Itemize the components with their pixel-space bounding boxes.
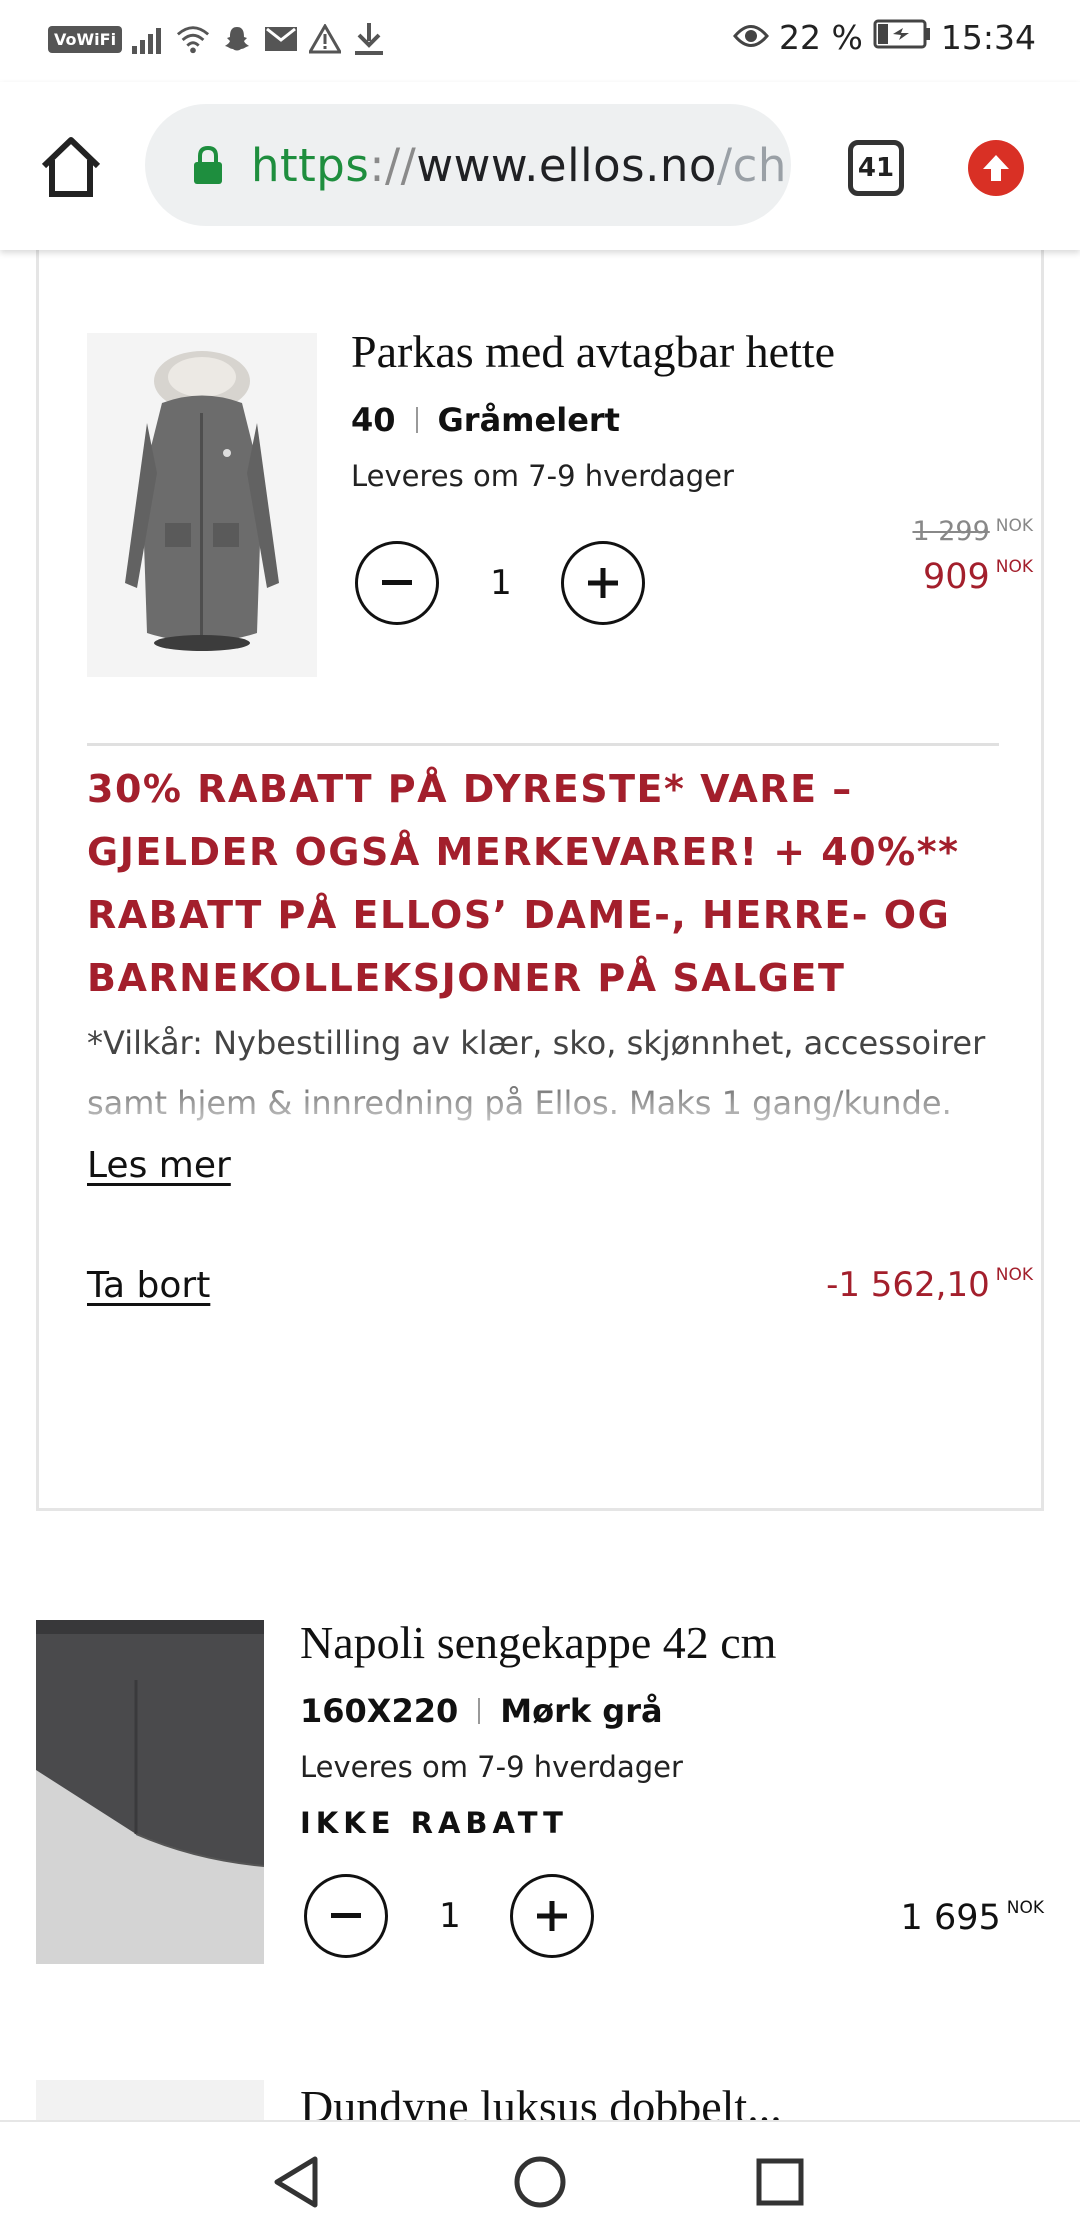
minus-icon <box>382 580 412 585</box>
url-host: www.ellos.no <box>416 138 717 192</box>
download-icon <box>352 22 386 56</box>
decrease-quantity-button[interactable] <box>304 1874 388 1958</box>
decrease-quantity-button[interactable] <box>355 541 439 625</box>
home-circle-icon <box>514 2156 566 2208</box>
minus-icon <box>331 1913 361 1918</box>
sale-price: 909 NOK <box>922 557 1033 597</box>
product-image-duvet[interactable] <box>36 2080 264 2120</box>
product-variant: 160X220 Mørk grå <box>300 1692 663 1730</box>
product-image-parka[interactable] <box>87 333 317 677</box>
status-left: VoWiFi <box>48 22 386 56</box>
plus-icon <box>588 568 618 598</box>
original-price: 1 299 NOK <box>912 516 1033 547</box>
delivery-time: Leveres om 7-9 hverdager <box>300 1750 683 1784</box>
url-path: /ch <box>716 138 787 192</box>
home-nav-button[interactable] <box>510 2152 570 2212</box>
back-triangle-icon <box>274 2156 318 2208</box>
quantity-value: 1 <box>490 563 512 603</box>
mail-icon <box>264 22 298 56</box>
status-bar: VoWiFi 22 % 15:34 <box>0 0 1080 82</box>
increase-quantity-button[interactable] <box>561 541 645 625</box>
arrow-up-icon <box>983 155 1009 181</box>
system-navigation-bar <box>0 2120 1080 2240</box>
product-price: 1 695 NOK <box>900 1898 1044 1938</box>
product-size: 40 <box>351 401 396 439</box>
product-color: Gråmelert <box>437 401 620 439</box>
url-separator: :// <box>369 138 417 192</box>
read-more-link[interactable]: Les mer <box>87 1145 231 1186</box>
eye-icon <box>733 18 770 57</box>
clock: 15:34 <box>940 18 1036 57</box>
tab-count: 41 <box>857 153 895 183</box>
url-scheme: https <box>251 138 370 192</box>
home-icon <box>41 137 101 197</box>
remove-discount-link[interactable]: Ta bort <box>87 1265 210 1306</box>
increase-quantity-button[interactable] <box>510 1874 594 1958</box>
cart-item-card: Parkas med avtagbar hette 40 Gråmelert L… <box>36 250 1044 1511</box>
warning-icon <box>308 22 342 56</box>
product-title[interactable]: Parkas med avtagbar hette <box>351 325 835 378</box>
back-button[interactable] <box>266 2152 326 2212</box>
product-title[interactable]: Dundyne luksus dobbelt... <box>300 2080 782 2120</box>
battery-percent: 22 % <box>779 18 863 57</box>
wifi-icon <box>176 22 210 56</box>
section-divider <box>87 743 999 746</box>
product-variant: 40 Gråmelert <box>351 401 620 439</box>
no-discount-badge: IKKE RABATT <box>300 1806 568 1840</box>
home-button[interactable] <box>38 134 104 200</box>
url-text: https://www.ellos.no/ch <box>251 139 787 192</box>
product-image-bedskirt[interactable] <box>36 1620 264 1964</box>
product-color: Mørk grå <box>500 1692 663 1730</box>
lock-icon <box>194 145 222 184</box>
tab-switcher-button[interactable]: 41 <box>848 140 904 196</box>
product-title[interactable]: Napoli sengekappe 42 cm <box>300 1616 776 1669</box>
snapchat-icon <box>220 22 254 56</box>
status-right: 22 % 15:34 <box>733 18 1036 57</box>
browser-toolbar: https://www.ellos.no/ch 41 <box>0 82 1080 250</box>
update-chrome-button[interactable] <box>968 140 1024 196</box>
product-size: 160X220 <box>300 1692 459 1730</box>
recents-button[interactable] <box>750 2152 810 2212</box>
discount-amount: -1 562,10 NOK <box>826 1265 1033 1305</box>
delivery-time: Leveres om 7-9 hverdager <box>351 459 734 493</box>
signal-icon <box>132 22 166 56</box>
plus-icon <box>537 1901 567 1931</box>
promo-heading: 30% RABATT PÅ DYRESTE* VARE – GJELDER OG… <box>87 767 960 1000</box>
battery-icon <box>873 18 931 57</box>
cart-content: Parkas med avtagbar hette 40 Gråmelert L… <box>0 250 1080 2120</box>
recents-square-icon <box>756 2158 804 2206</box>
variant-separator <box>478 1698 481 1724</box>
quantity-value: 1 <box>439 1896 461 1936</box>
url-bar[interactable]: https://www.ellos.no/ch <box>145 104 791 226</box>
variant-separator <box>415 407 418 433</box>
vowifi-badge: VoWiFi <box>48 25 123 53</box>
promo-fade-overlay <box>87 1073 1017 1143</box>
